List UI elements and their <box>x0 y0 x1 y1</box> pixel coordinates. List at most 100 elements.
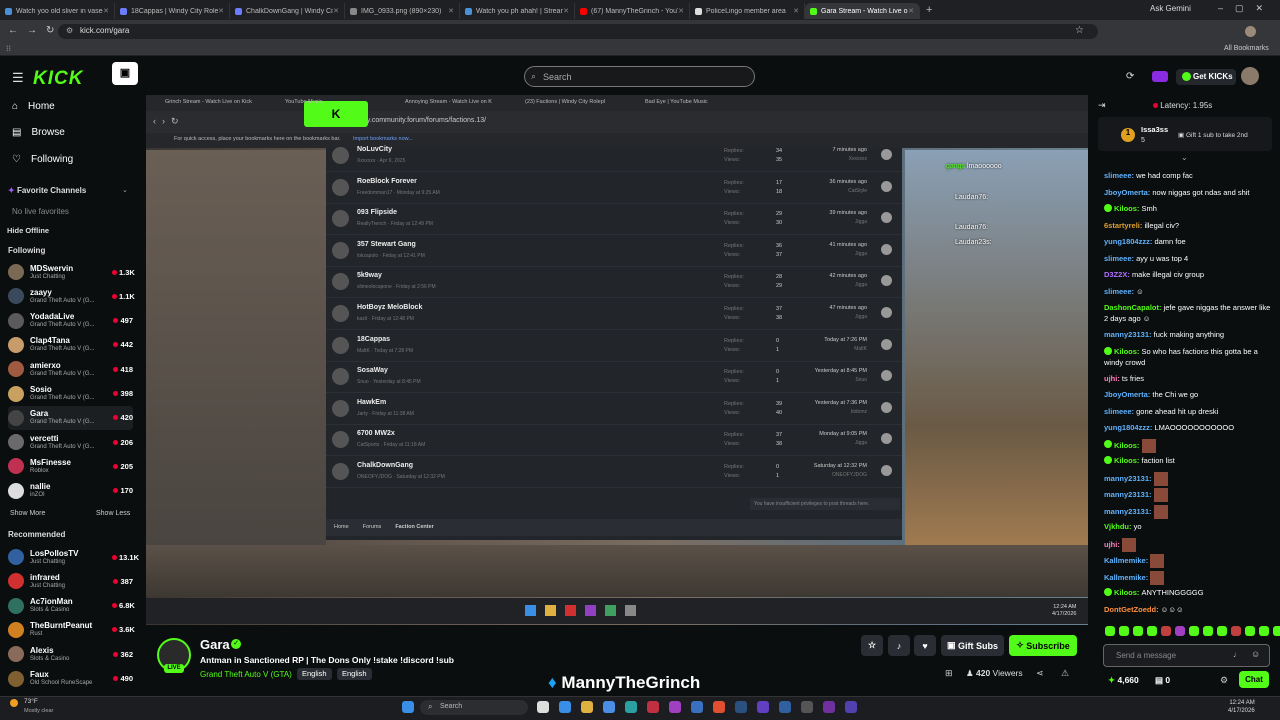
taskbar-app-icon[interactable] <box>603 701 615 713</box>
close-tab-icon[interactable]: ✕ <box>448 7 454 15</box>
emote-icon[interactable] <box>1217 626 1227 636</box>
stream-category-link[interactable]: Grand Theft Auto V (GTA) <box>200 670 292 679</box>
ask-gemini-button[interactable]: Ask Gemini <box>1150 4 1191 13</box>
chat-username[interactable]: slimeee: <box>1104 407 1136 416</box>
close-tab-icon[interactable]: ✕ <box>908 7 914 15</box>
emote-icon[interactable] <box>1203 626 1213 636</box>
rewards-icon[interactable] <box>1152 71 1168 82</box>
browser-tab[interactable]: PoliceLingo member area ✕ <box>690 3 805 19</box>
emote-icon[interactable] <box>1231 626 1241 636</box>
chat-username[interactable]: Kiloos: <box>1114 588 1142 597</box>
nav-buttons[interactable]: ←→↻ <box>8 25 63 36</box>
show-more-button[interactable]: Show More <box>10 510 45 517</box>
chat-username[interactable]: slimeee: <box>1104 171 1136 180</box>
chat-username[interactable]: Kiloos: <box>1114 440 1142 449</box>
emote-icon[interactable] <box>1161 626 1171 636</box>
chat-username[interactable]: manny23131: <box>1104 506 1154 515</box>
chat-username[interactable]: DontGetZoedd: <box>1104 605 1161 614</box>
sidebar-channel-vercetti[interactable]: vercetti Grand Theft Auto V (G... 206 <box>8 430 133 454</box>
site-info-icon[interactable]: ⚙ <box>66 26 73 35</box>
search-input[interactable]: Search <box>524 66 755 87</box>
sidebar-channel-yodadalive[interactable]: YodadaLive Grand Theft Auto V (G... 497 <box>8 309 133 333</box>
menu-icon[interactable]: ☰ <box>12 70 24 86</box>
window-controls[interactable]: –▢✕ <box>1218 3 1275 14</box>
os-search-box[interactable]: Search <box>420 700 528 715</box>
chat-username[interactable]: Kiloos: <box>1114 347 1142 356</box>
sidebar-channel-theburntpeanut[interactable]: TheBurntPeanut Rust 3.6K <box>8 618 135 642</box>
browser-tab[interactable]: ChalkDownGang | Windy City ✕ <box>230 3 345 19</box>
taskbar-app-icon[interactable] <box>625 701 637 713</box>
close-tab-icon[interactable]: ✕ <box>333 7 339 15</box>
taskbar-app-icon[interactable] <box>647 701 659 713</box>
close-tab-icon[interactable]: ✕ <box>218 7 224 15</box>
taskbar-app-icon[interactable] <box>691 701 703 713</box>
browser-tab[interactable]: Watch you ph ahah! | Streamer ✕ <box>460 3 575 19</box>
chat-username[interactable]: yung1804zzz: <box>1104 423 1154 432</box>
chat-username[interactable]: slimeee: <box>1104 287 1136 296</box>
favorite-star-button[interactable]: ☆ <box>861 635 883 656</box>
taskbar-app-icon[interactable] <box>757 701 769 713</box>
chat-send-button[interactable]: Chat <box>1239 671 1269 688</box>
taskbar-app-icon[interactable] <box>801 701 813 713</box>
emote-icon[interactable] <box>1147 626 1157 636</box>
channel-points[interactable]: ✦ 4,660 <box>1108 675 1139 686</box>
share-icon[interactable]: ⋖ <box>1036 668 1044 679</box>
browser-tab[interactable]: 18Cappas | Windy City Roleplay✕ <box>115 3 230 19</box>
refresh-icon[interactable]: ⟳ <box>1126 71 1134 82</box>
chat-username[interactable]: manny23131: <box>1104 330 1154 339</box>
profile-avatar[interactable] <box>1245 26 1256 37</box>
emote-icon[interactable] <box>1175 626 1185 636</box>
kick-logo[interactable]: KICK <box>33 68 83 90</box>
chat-username[interactable]: manny23131: <box>1104 473 1154 482</box>
browser-tab[interactable]: IMG_0933.png (890×230) ✕ <box>345 3 460 19</box>
emote-icon[interactable] <box>1259 626 1269 636</box>
emote-icon[interactable] <box>1273 626 1280 636</box>
sidebar-channel-faux[interactable]: Faux Old School RuneScape 490 <box>8 667 133 691</box>
all-bookmarks-link[interactable]: All Bookmarks <box>1224 45 1269 52</box>
emote-icon[interactable] <box>1105 626 1115 636</box>
taskbar-app-icon[interactable] <box>537 701 549 713</box>
subscribe-button[interactable]: ✧ Subscribe <box>1009 635 1077 656</box>
bookmark-star-icon[interactable]: ☆ <box>1075 25 1084 36</box>
chat-input[interactable]: Send a message <box>1103 644 1270 667</box>
chat-username[interactable]: Kallmemike: <box>1104 556 1150 565</box>
nav-following[interactable]: ♡ Following <box>12 154 73 165</box>
chat-settings-icon[interactable]: ⚙ <box>1220 675 1228 686</box>
chat-username[interactable]: D3Z2X: <box>1104 270 1132 279</box>
tag-english[interactable]: English <box>297 668 332 680</box>
chat-username[interactable]: Kiloos: <box>1114 204 1142 213</box>
chat-username[interactable]: JboyOmerta: <box>1104 188 1152 197</box>
chat-username[interactable]: ujhi: <box>1104 539 1122 548</box>
notifications-button[interactable]: ♪ <box>888 635 910 656</box>
sidebar-channel-clap4tana[interactable]: Clap4Tana Grand Theft Auto V (G... 442 <box>8 333 133 357</box>
chat-username[interactable]: manny23131: <box>1104 490 1154 499</box>
hide-offline-toggle[interactable]: Hide Offline <box>7 226 49 235</box>
theater-mode-icon[interactable]: ▣ <box>112 62 138 85</box>
favorite-channels-header[interactable]: ✦ Favorite Channels <box>8 186 86 195</box>
sidebar-channel-zaayy[interactable]: zaayy Grand Theft Auto V (G... 1.1K <box>8 284 135 308</box>
chat-username[interactable]: DashonCapalot: <box>1104 303 1164 312</box>
layout-icon[interactable]: ⊞ <box>945 668 953 679</box>
browser-tab[interactable]: Watch yoo old sliver in vaseo ✕ <box>0 3 115 19</box>
chat-username[interactable]: ujhi: <box>1104 374 1122 383</box>
tag-english[interactable]: English <box>337 668 372 680</box>
sidebar-channel-ac7ionman[interactable]: Ac7ionMan Slots & Casino 6.8K <box>8 594 135 618</box>
close-tab-icon[interactable]: ✕ <box>793 7 799 15</box>
browser-tab[interactable]: Gara Stream - Watch Live o... ✕ <box>805 3 920 19</box>
chat-username[interactable]: Kallmemike: <box>1104 572 1150 581</box>
sidebar-channel-msfinesse[interactable]: MsFinesse Roblox 205 <box>8 454 133 478</box>
emote-icon[interactable] <box>1133 626 1143 636</box>
kicks-balance[interactable]: ▤ 0 <box>1155 675 1170 686</box>
close-tab-icon[interactable]: ✕ <box>103 7 109 15</box>
sidebar-channel-mdswervin[interactable]: MDSwervin Just Chatting 1.3K <box>8 260 135 284</box>
collapse-chat-icon[interactable]: ⇥ <box>1098 100 1106 111</box>
close-tab-icon[interactable]: ✕ <box>563 7 569 15</box>
pinned-chevron-icon[interactable]: ⌄ <box>1181 153 1188 162</box>
emoji-icon[interactable]: ☺ <box>1251 649 1260 659</box>
sidebar-channel-sosio[interactable]: Sosio Grand Theft Auto V (G... 398 <box>8 382 133 406</box>
taskbar-app-icon[interactable] <box>559 701 571 713</box>
taskbar-app-icon[interactable] <box>735 701 747 713</box>
chat-username[interactable]: yung1804zzz: <box>1104 237 1154 246</box>
close-tab-icon[interactable]: ✕ <box>678 7 684 15</box>
chat-username[interactable]: JboyOmerta: <box>1104 390 1152 399</box>
